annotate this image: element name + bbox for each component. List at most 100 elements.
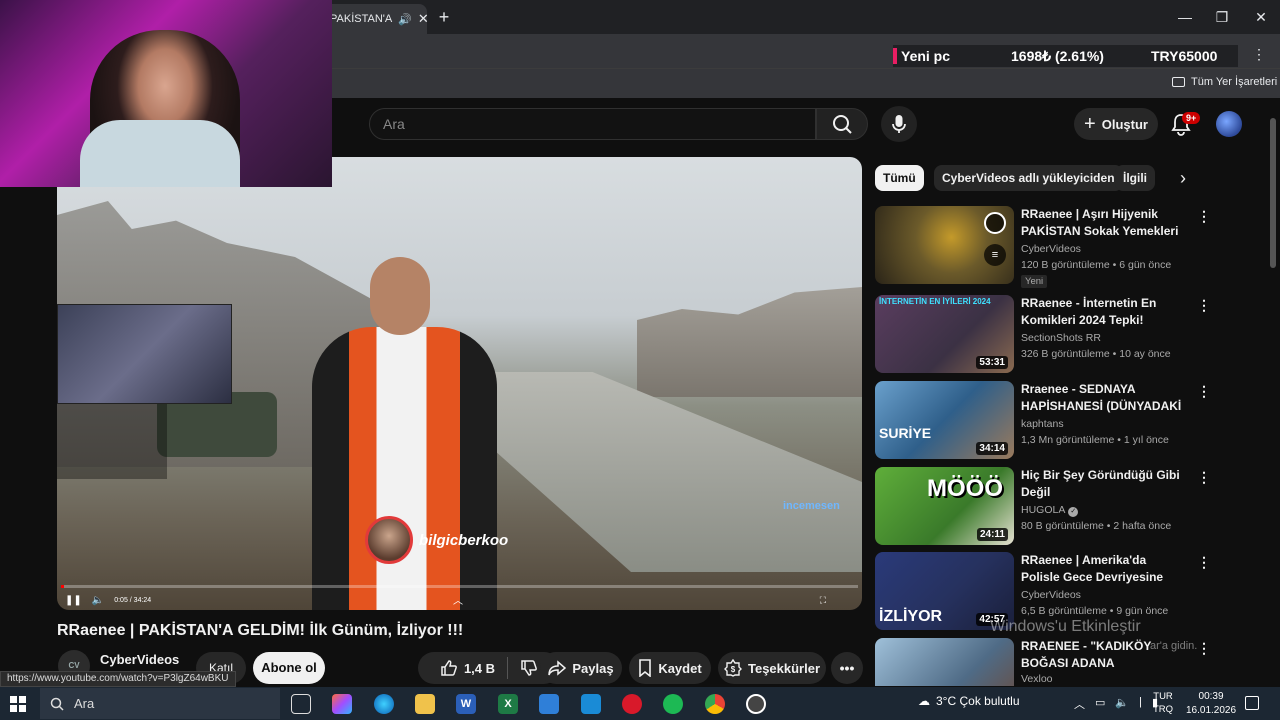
taskbar-clock[interactable]: 00:39 16.01.2026	[1186, 690, 1236, 718]
pause-icon[interactable]: ❚❚	[65, 595, 82, 606]
kebab-menu-icon[interactable]: ⋮	[1197, 640, 1205, 657]
all-bookmarks-label: Tüm Yer İşaretleri	[1191, 76, 1278, 88]
windows-start-icon[interactable]	[10, 696, 26, 712]
search-button[interactable]	[816, 108, 868, 140]
plus-icon: +	[1084, 112, 1096, 135]
add-to-queue-icon[interactable]: ≡	[984, 244, 1006, 266]
recommendation-meta: 80 B görüntüleme • 2 hafta önce	[1021, 520, 1172, 532]
verified-icon: ✓	[1068, 507, 1079, 517]
file-explorer-icon[interactable]	[415, 694, 435, 714]
speaker-icon[interactable]: 🔈	[1115, 696, 1129, 712]
search-placeholder: Ara	[383, 116, 405, 132]
ticker-symbol: Yeni pc	[893, 48, 1011, 64]
creator-handle-avatar	[365, 516, 413, 564]
volume-icon[interactable]: 🔈	[92, 595, 104, 606]
recommendation-meta: 120 B görüntüleme • 6 gün önce	[1021, 259, 1172, 271]
recommendation-title[interactable]: RRaenee | Amerika'da Polisle Gece Devriy…	[1021, 552, 1186, 586]
network-icon[interactable]: ▭	[1095, 696, 1105, 712]
edge-icon[interactable]	[374, 694, 394, 714]
price-ticker-widget[interactable]: Yeni pc 1698₺ (2.61%) TRY65000	[893, 45, 1238, 67]
chevron-up-icon[interactable]: ︿	[1074, 696, 1085, 712]
input-language[interactable]: TUR TRQ	[1153, 690, 1173, 716]
recommendation-title[interactable]: Rraenee - SEDNAYA HAPİSHANESİ (DÜNYADAKİ…	[1021, 381, 1186, 415]
minimize-button[interactable]: —	[1170, 6, 1200, 28]
new-badge: Yeni	[1021, 275, 1048, 288]
thumbs-down-icon[interactable]	[520, 659, 538, 677]
like-button[interactable]: 1,4 B	[440, 659, 495, 677]
recommendation-title[interactable]: RRaenee | Aşırı Hijyenik PAKİSTAN Sokak …	[1021, 206, 1186, 240]
browser-tab-active[interactable]: PAKİSTAN'A 🔊 ✕	[322, 4, 429, 34]
kebab-menu-icon[interactable]: ⋮	[1197, 297, 1211, 314]
word-icon[interactable]: W	[456, 694, 476, 714]
recommendation-thumbnail[interactable]: MÖÖÖ 24:11	[875, 467, 1014, 545]
recommendation-title[interactable]: Hiç Bir Şey Göründüğü Gibi Değil	[1021, 467, 1186, 501]
more-actions-button[interactable]: •••	[831, 652, 863, 684]
kebab-menu-icon[interactable]: ⋮	[1197, 469, 1211, 486]
close-window-button[interactable]: ✕	[1246, 6, 1276, 28]
taskbar-search[interactable]: Ara	[40, 688, 280, 719]
fullscreen-icon[interactable]: ⛶	[820, 595, 826, 606]
chevron-up-icon[interactable]: ︿	[453, 592, 463, 607]
subscribe-button[interactable]: Abone ol	[253, 652, 325, 684]
recommendation-channel[interactable]: SectionShots RR	[1021, 332, 1101, 344]
thumbnail-caption: SURİYE	[879, 425, 932, 441]
kebab-menu-icon[interactable]: ⋮	[1197, 208, 1211, 225]
share-button[interactable]: Paylaş	[540, 652, 622, 684]
video-player[interactable]: bilgicberkoo incemesen ❚❚ 🔈 0:05 / 34:24…	[57, 157, 862, 610]
chevron-right-icon[interactable]: ›	[1180, 168, 1186, 189]
opera-icon[interactable]	[622, 694, 642, 714]
copilot-icon[interactable]	[332, 694, 352, 714]
recommendation-channel[interactable]: CyberVideos	[1021, 243, 1081, 255]
obs-icon[interactable]	[746, 694, 766, 714]
spotify-icon[interactable]	[663, 694, 683, 714]
recommendation-thumbnail[interactable]: ≡	[875, 206, 1014, 284]
chip-related[interactable]: İlgili	[1115, 165, 1155, 191]
page-scrollbar[interactable]	[1270, 118, 1276, 268]
recommendation-item[interactable]: SURİYE 34:14 Rraenee - SEDNAYA HAPİSHANE…	[875, 381, 1211, 461]
account-avatar[interactable]	[1216, 111, 1242, 137]
create-button[interactable]: + Oluştur	[1074, 108, 1158, 140]
tab-close-icon[interactable]: ✕	[418, 11, 429, 27]
taskbar-weather[interactable]: ☁ 3°C Çok bulutlu	[918, 694, 1020, 708]
voice-search-button[interactable]	[881, 106, 917, 142]
save-button[interactable]: Kaydet	[629, 652, 711, 684]
kebab-menu-icon[interactable]: ⋮	[1197, 554, 1211, 571]
calculator-icon[interactable]	[539, 694, 559, 714]
kebab-menu-icon[interactable]: ⋮	[1197, 383, 1211, 400]
recommendation-item[interactable]: ≡ RRaenee | Aşırı Hijyenik PAKİSTAN Soka…	[875, 206, 1211, 288]
notification-center-icon[interactable]	[1245, 696, 1259, 710]
creator-handle-name: bilgicberkoo	[419, 531, 509, 549]
recommendation-thumbnail[interactable]: SURİYE 34:14	[875, 381, 1014, 459]
search-icon	[50, 697, 64, 711]
chip-all[interactable]: Tümü	[875, 165, 924, 191]
thanks-button[interactable]: $ Teşekkürler	[718, 652, 826, 684]
browser-menu-icon[interactable]: ⋮	[1252, 46, 1266, 63]
windows-activation-watermark: Windows'u Etkinleştir	[990, 618, 1141, 635]
mic-icon[interactable]: |	[1139, 696, 1142, 712]
video-time: 0:05 / 34:24	[114, 596, 152, 604]
all-bookmarks-button[interactable]: Tüm Yer İşaretleri	[1172, 76, 1277, 88]
search-input[interactable]: Ara	[369, 108, 816, 140]
recommendation-thumbnail[interactable]: İNTERNETİN EN İYİLERİ 2024 53:31	[875, 295, 1014, 373]
share-icon	[548, 660, 567, 676]
new-tab-button[interactable]: +	[434, 7, 454, 27]
speaker-icon[interactable]: 🔊	[398, 13, 412, 26]
maximize-button[interactable]: ❐	[1207, 6, 1237, 28]
recommendation-channel[interactable]: HUGOLA ✓	[1021, 504, 1079, 517]
recommendation-channel[interactable]: CyberVideos	[1021, 589, 1081, 601]
chip-from-uploader[interactable]: CyberVideos adlı yükleyiciden	[934, 165, 1123, 191]
system-tray[interactable]: ︿ ▭ 🔈 | ▮	[1074, 696, 1158, 712]
recommendation-channel[interactable]: Vexloo	[1021, 673, 1053, 685]
watch-later-icon[interactable]	[984, 212, 1006, 234]
excel-icon[interactable]: X	[498, 694, 518, 714]
recommendation-thumbnail[interactable]	[875, 638, 1014, 686]
recommendation-item[interactable]: İNTERNETİN EN İYİLERİ 2024 53:31 RRaenee…	[875, 295, 1211, 375]
store-icon[interactable]	[581, 694, 601, 714]
recommendation-title[interactable]: RRaenee - İnternetin En Komikleri 2024 T…	[1021, 295, 1186, 329]
video-progress-bar[interactable]	[61, 585, 858, 588]
recommendation-channel[interactable]: kaphtans	[1021, 418, 1064, 430]
channel-name[interactable]: CyberVideos	[100, 652, 179, 667]
chrome-icon[interactable]	[705, 694, 725, 714]
recommendation-item[interactable]: MÖÖÖ 24:11 Hiç Bir Şey Göründüğü Gibi De…	[875, 467, 1211, 547]
task-view-icon[interactable]	[291, 694, 311, 714]
